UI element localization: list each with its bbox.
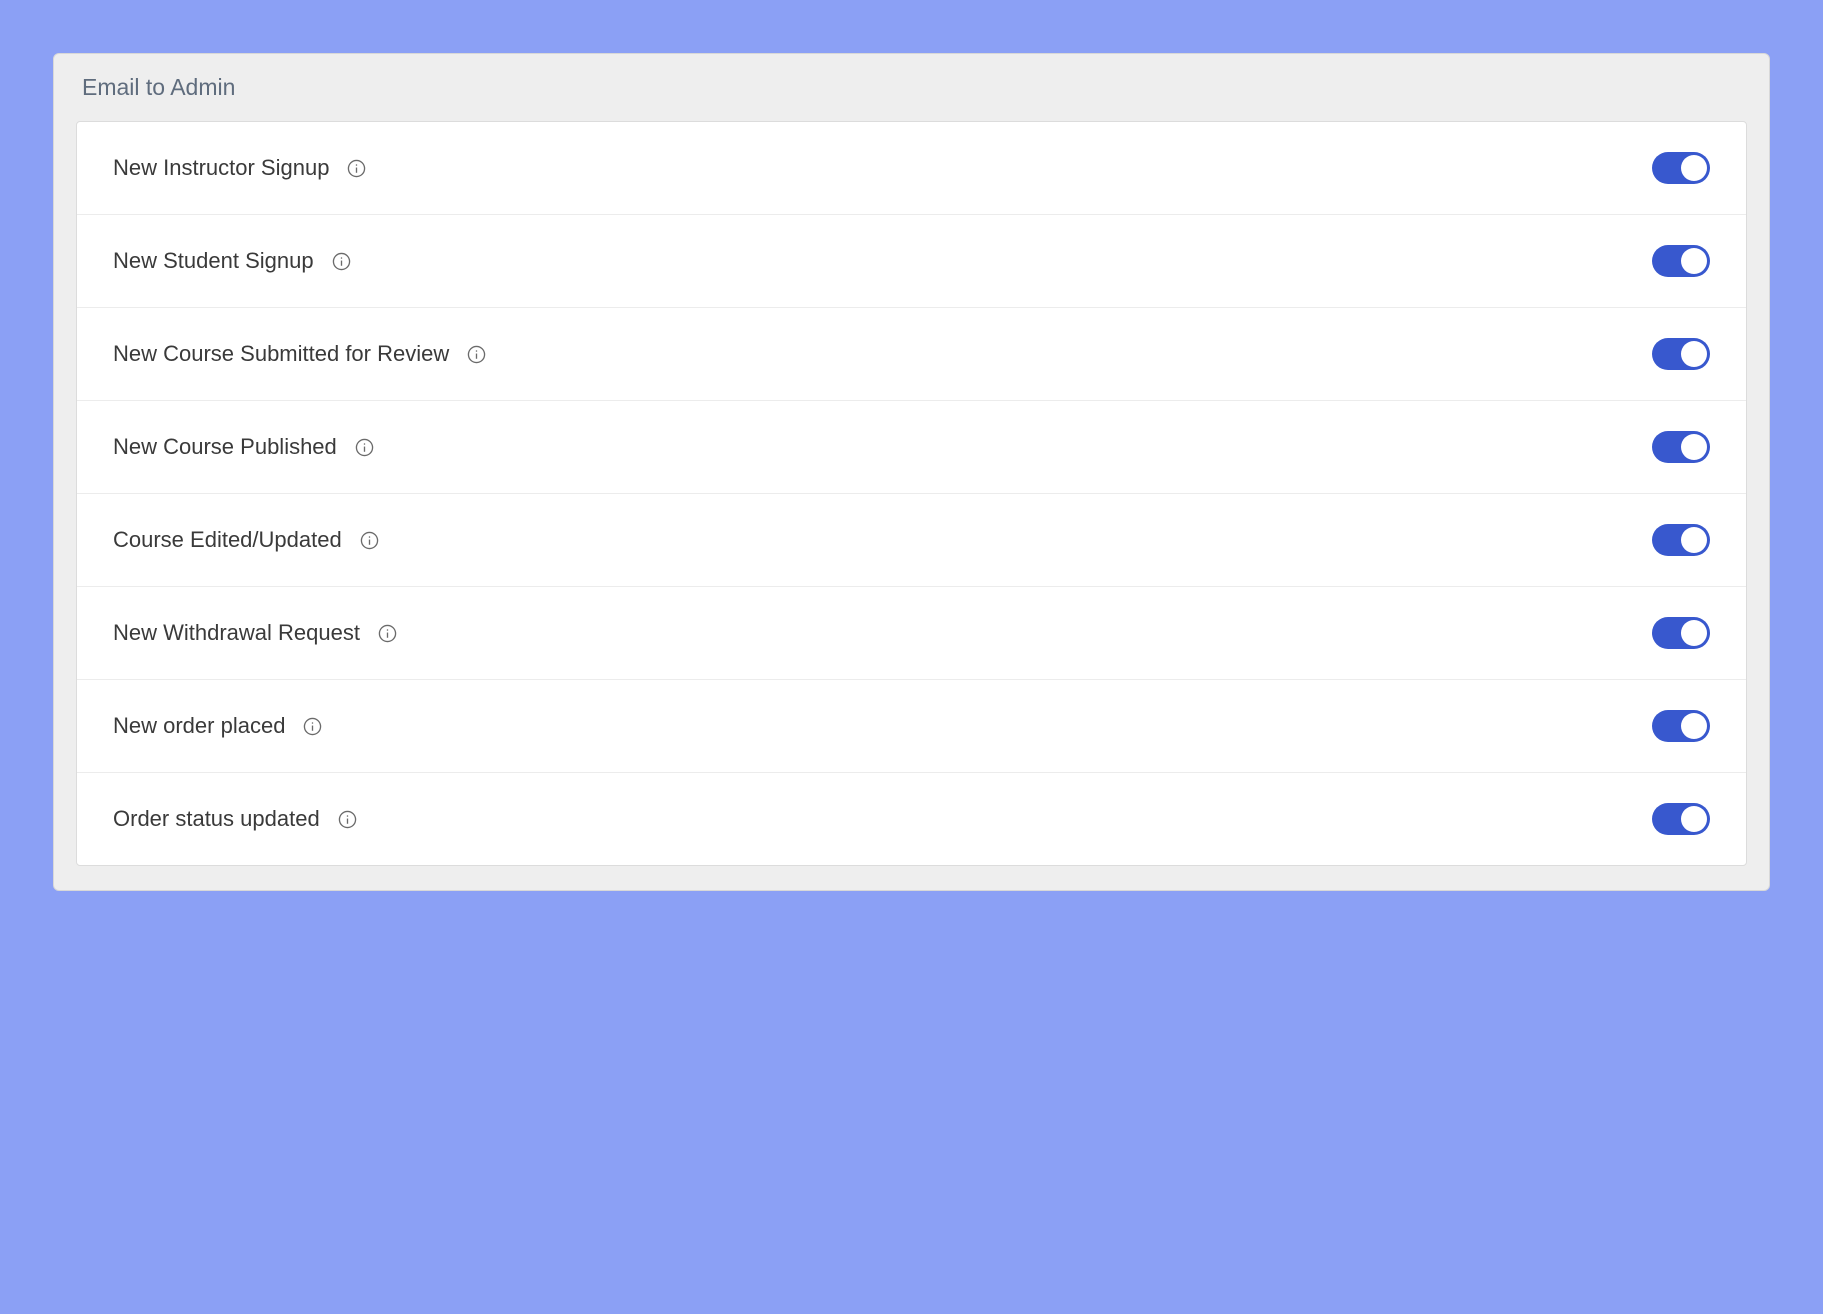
- row-left: New Course Published: [113, 434, 374, 460]
- setting-label: New Withdrawal Request: [113, 620, 360, 646]
- toggle-knob: [1681, 620, 1707, 646]
- toggle-new-course-published[interactable]: [1652, 431, 1710, 463]
- setting-row-new-instructor-signup: New Instructor Signup: [77, 122, 1746, 215]
- info-icon[interactable]: [332, 252, 351, 271]
- toggle-knob: [1681, 434, 1707, 460]
- toggle-new-course-submitted[interactable]: [1652, 338, 1710, 370]
- setting-row-course-edited: Course Edited/Updated: [77, 494, 1746, 587]
- toggle-order-status-updated[interactable]: [1652, 803, 1710, 835]
- setting-row-new-order-placed: New order placed: [77, 680, 1746, 773]
- setting-row-new-course-published: New Course Published: [77, 401, 1746, 494]
- toggle-knob: [1681, 248, 1707, 274]
- row-left: Course Edited/Updated: [113, 527, 379, 553]
- info-icon[interactable]: [347, 159, 366, 178]
- setting-label: New Instructor Signup: [113, 155, 329, 181]
- toggle-knob: [1681, 155, 1707, 181]
- row-left: New Instructor Signup: [113, 155, 366, 181]
- info-icon[interactable]: [303, 717, 322, 736]
- toggle-course-edited[interactable]: [1652, 524, 1710, 556]
- setting-row-new-course-submitted: New Course Submitted for Review: [77, 308, 1746, 401]
- row-left: New Student Signup: [113, 248, 351, 274]
- row-left: New Course Submitted for Review: [113, 341, 486, 367]
- toggle-knob: [1681, 527, 1707, 553]
- info-icon[interactable]: [378, 624, 397, 643]
- toggle-new-instructor-signup[interactable]: [1652, 152, 1710, 184]
- toggle-new-student-signup[interactable]: [1652, 245, 1710, 277]
- row-left: New order placed: [113, 713, 322, 739]
- setting-row-new-withdrawal-request: New Withdrawal Request: [77, 587, 1746, 680]
- toggle-knob: [1681, 341, 1707, 367]
- email-to-admin-panel: Email to Admin New Instructor Signup New…: [53, 53, 1770, 891]
- setting-row-new-student-signup: New Student Signup: [77, 215, 1746, 308]
- info-icon[interactable]: [360, 531, 379, 550]
- toggle-knob: [1681, 713, 1707, 739]
- setting-label: New Course Submitted for Review: [113, 341, 449, 367]
- setting-label: New order placed: [113, 713, 285, 739]
- setting-label: Order status updated: [113, 806, 320, 832]
- toggle-new-order-placed[interactable]: [1652, 710, 1710, 742]
- row-left: New Withdrawal Request: [113, 620, 397, 646]
- toggle-new-withdrawal-request[interactable]: [1652, 617, 1710, 649]
- setting-row-order-status-updated: Order status updated: [77, 773, 1746, 865]
- info-icon[interactable]: [338, 810, 357, 829]
- row-left: Order status updated: [113, 806, 357, 832]
- setting-label: New Course Published: [113, 434, 337, 460]
- panel-title: Email to Admin: [82, 74, 1747, 101]
- setting-label: New Student Signup: [113, 248, 314, 274]
- toggle-knob: [1681, 806, 1707, 832]
- info-icon[interactable]: [467, 345, 486, 364]
- info-icon[interactable]: [355, 438, 374, 457]
- setting-label: Course Edited/Updated: [113, 527, 342, 553]
- settings-list: New Instructor Signup New Student Signup: [76, 121, 1747, 866]
